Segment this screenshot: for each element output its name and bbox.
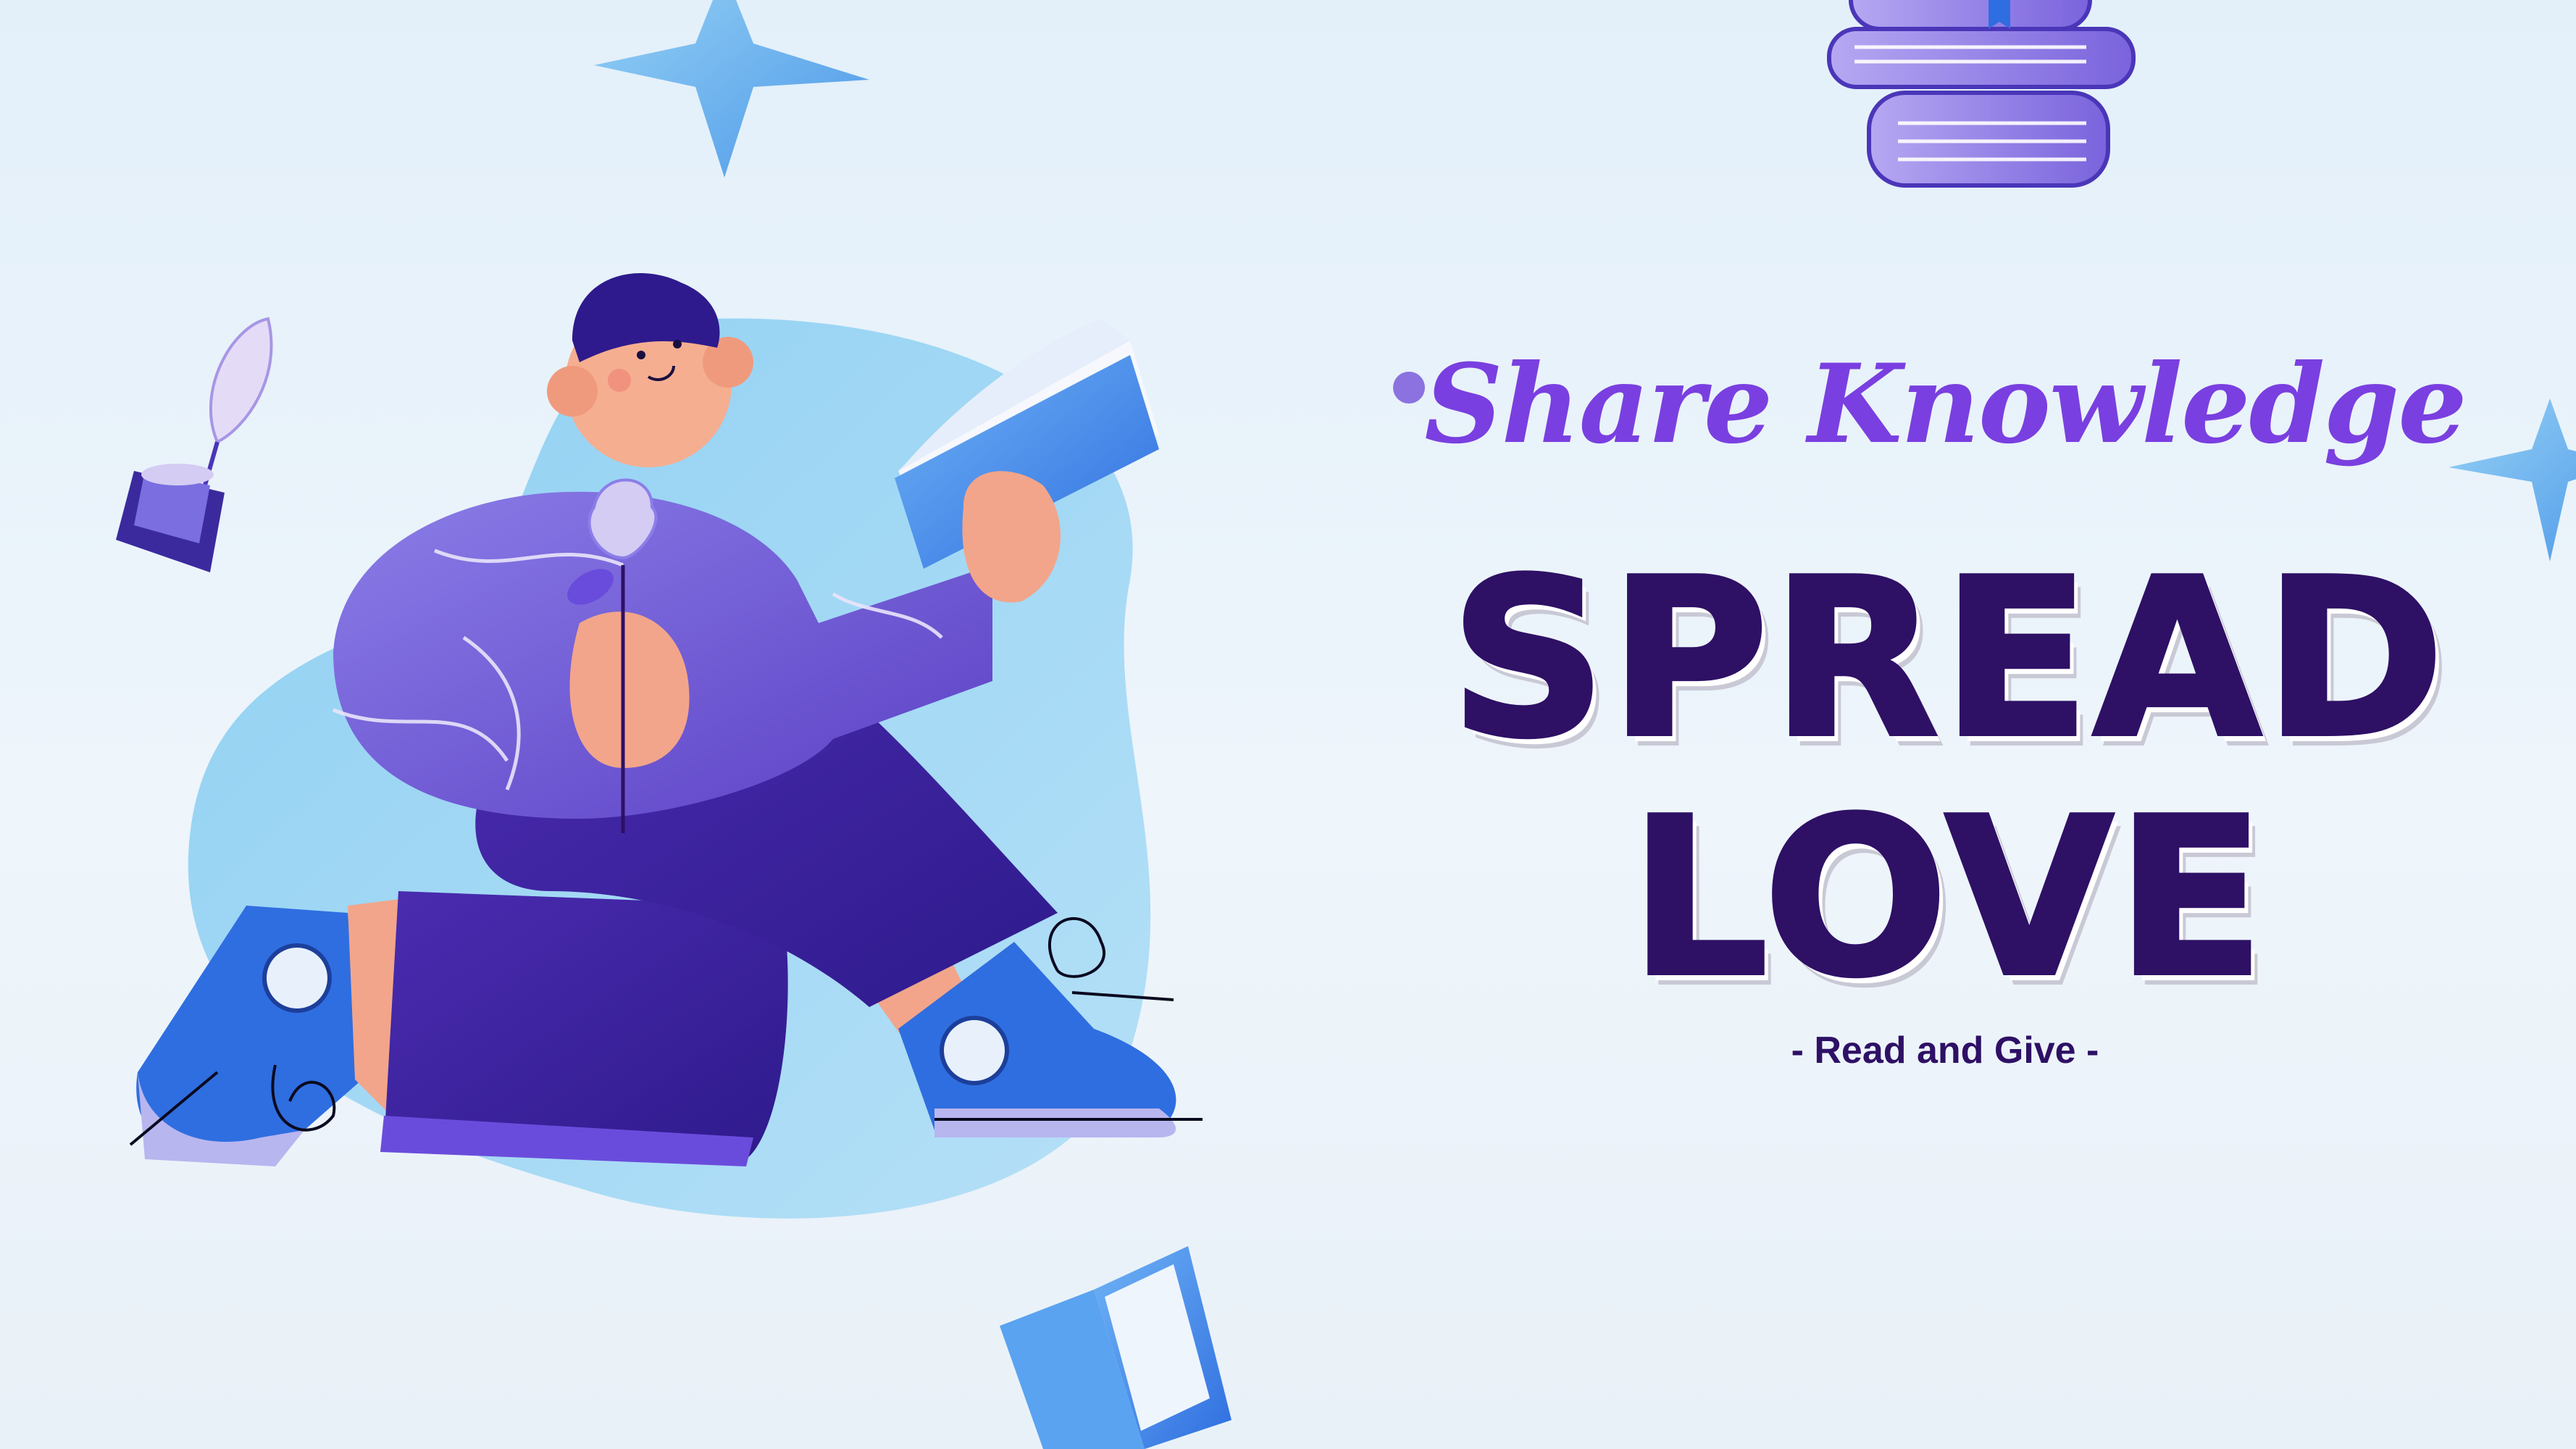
- tagline: - Read and Give -: [1791, 1030, 2099, 1072]
- reading-person-illustration: [129, 272, 1203, 1219]
- sparkle-star-icon: [594, 0, 869, 178]
- headline-line-1: SPREAD: [1447, 533, 2448, 785]
- script-headline: Share Knowledge: [1424, 341, 2467, 468]
- headline-line-2: LOVE: [1628, 772, 2268, 1024]
- inkwell-quill-icon: [116, 317, 273, 572]
- book-stack-icon: [1827, 0, 2136, 188]
- open-book-icon: [1000, 1246, 1231, 1449]
